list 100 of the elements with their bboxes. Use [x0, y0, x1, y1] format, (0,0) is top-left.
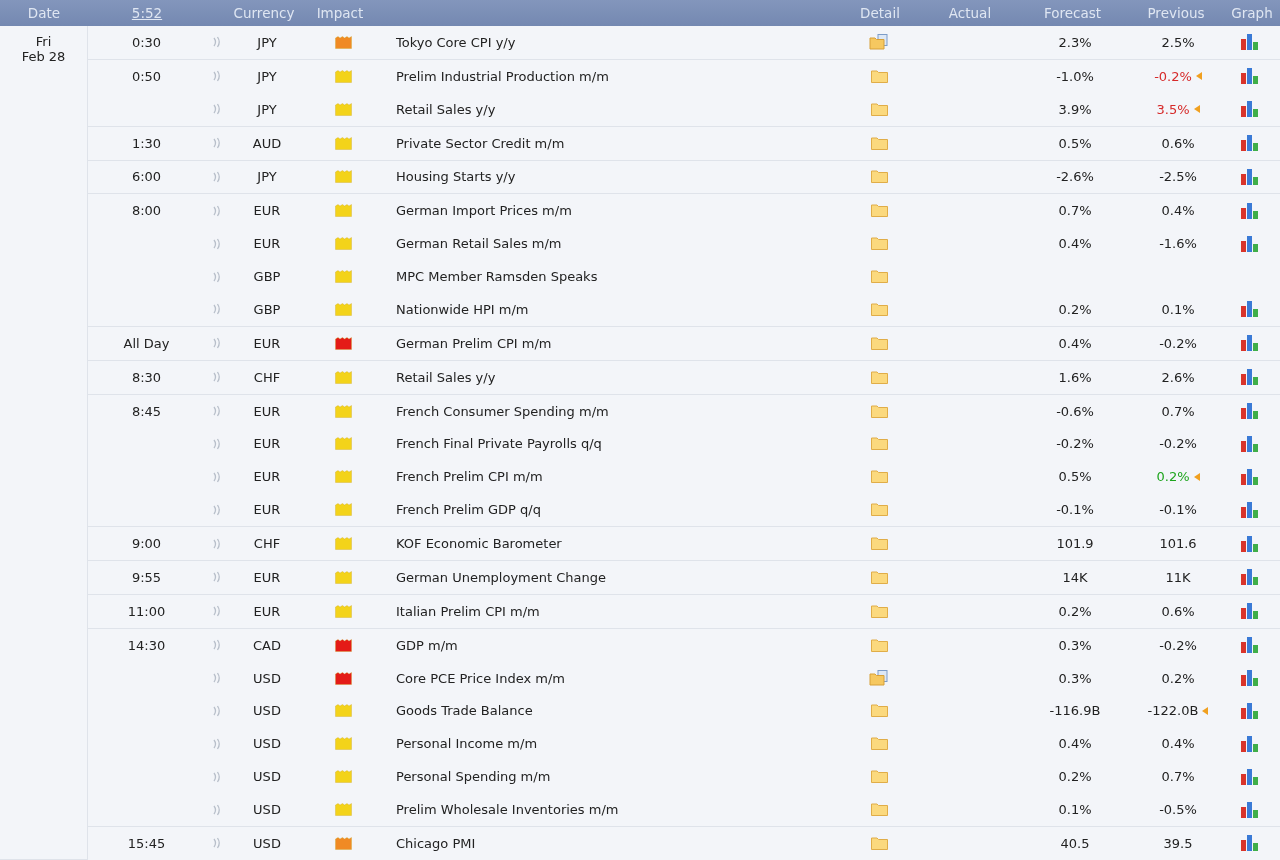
sound-icon[interactable]	[212, 137, 222, 150]
bar-chart-icon[interactable]	[1240, 568, 1260, 587]
bar-chart-icon[interactable]	[1240, 33, 1260, 52]
event-title[interactable]: Personal Spending m/m	[396, 769, 551, 785]
bar-chart-icon[interactable]	[1240, 767, 1260, 786]
event-title[interactable]: French Prelim GDP q/q	[396, 502, 541, 518]
sound-icon[interactable]	[212, 204, 222, 217]
bar-chart-icon[interactable]	[1240, 334, 1260, 353]
event-title[interactable]: Personal Income m/m	[396, 736, 538, 752]
folder-icon[interactable]	[870, 770, 888, 784]
bar-chart-icon[interactable]	[1240, 467, 1260, 486]
event-title[interactable]: Goods Trade Balance	[396, 703, 533, 719]
folder-document-icon[interactable]	[869, 670, 889, 687]
event-title[interactable]: Housing Starts y/y	[396, 169, 516, 185]
sound-icon[interactable]	[212, 672, 222, 685]
bar-chart-icon[interactable]	[1240, 201, 1260, 220]
sound-icon[interactable]	[212, 571, 222, 584]
bar-chart-icon[interactable]	[1240, 800, 1260, 819]
sound-icon[interactable]	[212, 103, 222, 116]
folder-icon[interactable]	[870, 136, 888, 150]
event-title[interactable]: Nationwide HPI m/m	[396, 301, 529, 317]
event-title[interactable]: Chicago PMI	[396, 835, 476, 851]
event-title[interactable]: KOF Economic Barometer	[396, 536, 562, 552]
sound-icon[interactable]	[212, 337, 222, 350]
folder-icon[interactable]	[870, 604, 888, 618]
sound-icon[interactable]	[212, 470, 222, 483]
folder-icon[interactable]	[870, 803, 888, 817]
sound-icon[interactable]	[212, 503, 222, 516]
bar-chart-icon[interactable]	[1240, 234, 1260, 253]
folder-icon[interactable]	[870, 737, 888, 751]
event-title[interactable]: German Import Prices m/m	[396, 203, 572, 219]
sound-icon[interactable]	[212, 237, 222, 250]
event-title[interactable]: Core PCE Price Index m/m	[396, 670, 565, 686]
folder-icon[interactable]	[870, 404, 888, 418]
bar-chart-icon[interactable]	[1240, 834, 1260, 853]
sound-icon[interactable]	[212, 639, 222, 652]
event-title[interactable]: Tokyo Core CPI y/y	[396, 34, 516, 50]
event-title[interactable]: German Prelim CPI m/m	[396, 335, 552, 351]
folder-icon[interactable]	[870, 204, 888, 218]
event-title[interactable]: German Unemployment Change	[396, 569, 607, 585]
sound-icon[interactable]	[212, 437, 222, 450]
event-title[interactable]: Private Sector Credit m/m	[396, 135, 565, 151]
folder-icon[interactable]	[870, 638, 888, 652]
event-title[interactable]: French Consumer Spending m/m	[396, 403, 609, 419]
folder-icon[interactable]	[870, 270, 888, 284]
sound-icon[interactable]	[212, 737, 222, 750]
sound-icon[interactable]	[212, 837, 222, 850]
sound-icon[interactable]	[212, 803, 222, 816]
sound-icon[interactable]	[212, 170, 222, 183]
folder-document-icon[interactable]	[869, 34, 889, 51]
event-title[interactable]: German Retail Sales m/m	[396, 236, 562, 252]
sound-icon[interactable]	[212, 371, 222, 384]
bar-chart-icon[interactable]	[1240, 500, 1260, 519]
sound-icon[interactable]	[212, 70, 222, 83]
folder-icon[interactable]	[870, 170, 888, 184]
sound-icon[interactable]	[212, 605, 222, 618]
sound-icon[interactable]	[212, 36, 222, 49]
forecast-value: 0.2%	[1058, 301, 1092, 317]
event-title[interactable]: Prelim Industrial Production m/m	[396, 68, 609, 84]
bar-chart-icon[interactable]	[1240, 701, 1260, 720]
sound-icon[interactable]	[212, 303, 222, 316]
event-title[interactable]: Prelim Wholesale Inventories m/m	[396, 802, 619, 818]
bar-chart-icon[interactable]	[1240, 402, 1260, 421]
sound-icon[interactable]	[212, 405, 222, 418]
bar-chart-icon[interactable]	[1240, 368, 1260, 387]
folder-icon[interactable]	[870, 570, 888, 584]
bar-chart-icon[interactable]	[1240, 734, 1260, 753]
folder-icon[interactable]	[870, 503, 888, 517]
folder-icon[interactable]	[870, 470, 888, 484]
folder-icon[interactable]	[870, 69, 888, 83]
folder-icon[interactable]	[870, 836, 888, 850]
sound-icon[interactable]	[212, 770, 222, 783]
event-title[interactable]: Retail Sales y/y	[396, 369, 496, 385]
bar-chart-icon[interactable]	[1240, 167, 1260, 186]
bar-chart-icon[interactable]	[1240, 134, 1260, 153]
bar-chart-icon[interactable]	[1240, 300, 1260, 319]
folder-icon[interactable]	[870, 336, 888, 350]
bar-chart-icon[interactable]	[1240, 636, 1260, 655]
event-title[interactable]: French Final Private Payrolls q/q	[396, 436, 602, 452]
folder-icon[interactable]	[870, 370, 888, 384]
bar-chart-icon[interactable]	[1240, 100, 1260, 119]
bar-chart-icon[interactable]	[1240, 669, 1260, 688]
folder-icon[interactable]	[870, 102, 888, 116]
event-title[interactable]: MPC Member Ramsden Speaks	[396, 269, 598, 285]
bar-chart-icon[interactable]	[1240, 534, 1260, 553]
event-title[interactable]: Retail Sales y/y	[396, 101, 496, 117]
sound-icon[interactable]	[212, 537, 222, 550]
event-title[interactable]: GDP m/m	[396, 637, 458, 653]
bar-chart-icon[interactable]	[1240, 602, 1260, 621]
bar-chart-icon[interactable]	[1240, 67, 1260, 86]
event-title[interactable]: French Prelim CPI m/m	[396, 469, 543, 485]
folder-icon[interactable]	[870, 437, 888, 451]
sound-icon[interactable]	[212, 270, 222, 283]
folder-icon[interactable]	[870, 302, 888, 316]
folder-icon[interactable]	[870, 537, 888, 551]
folder-icon[interactable]	[870, 704, 888, 718]
event-title[interactable]: Italian Prelim CPI m/m	[396, 603, 540, 619]
sound-icon[interactable]	[212, 704, 222, 717]
folder-icon[interactable]	[870, 237, 888, 251]
bar-chart-icon[interactable]	[1240, 434, 1260, 453]
